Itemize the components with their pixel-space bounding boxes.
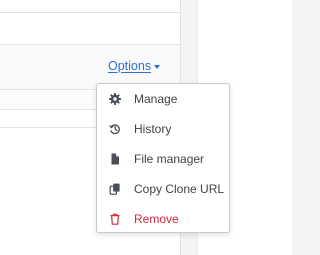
menu-item-remove[interactable]: Remove — [97, 205, 229, 233]
trash-icon — [109, 213, 121, 225]
menu-item-copy-clone-url[interactable]: Copy Clone URL — [97, 175, 229, 203]
menu-item-history[interactable]: History — [97, 115, 229, 143]
divider — [0, 12, 180, 13]
options-label[interactable]: Options — [108, 59, 151, 73]
copy-icon — [109, 183, 121, 195]
file-icon — [109, 153, 121, 165]
menu-item-label: File manager — [134, 152, 205, 166]
history-icon — [109, 123, 121, 135]
menu-item-label: Manage — [134, 92, 178, 106]
menu-item-manage[interactable]: Manage — [97, 85, 229, 113]
options-dropdown-toggle[interactable]: Options — [108, 59, 161, 73]
menu-item-label: Copy Clone URL — [134, 182, 225, 196]
options-menu: Manage History File manager Copy Clone U… — [96, 83, 230, 233]
gear-icon — [109, 93, 121, 105]
caret-down-icon — [154, 64, 161, 69]
menu-item-label: History — [134, 122, 172, 136]
menu-item-file-manager[interactable]: File manager — [97, 145, 229, 173]
menu-item-label: Remove — [134, 212, 179, 226]
